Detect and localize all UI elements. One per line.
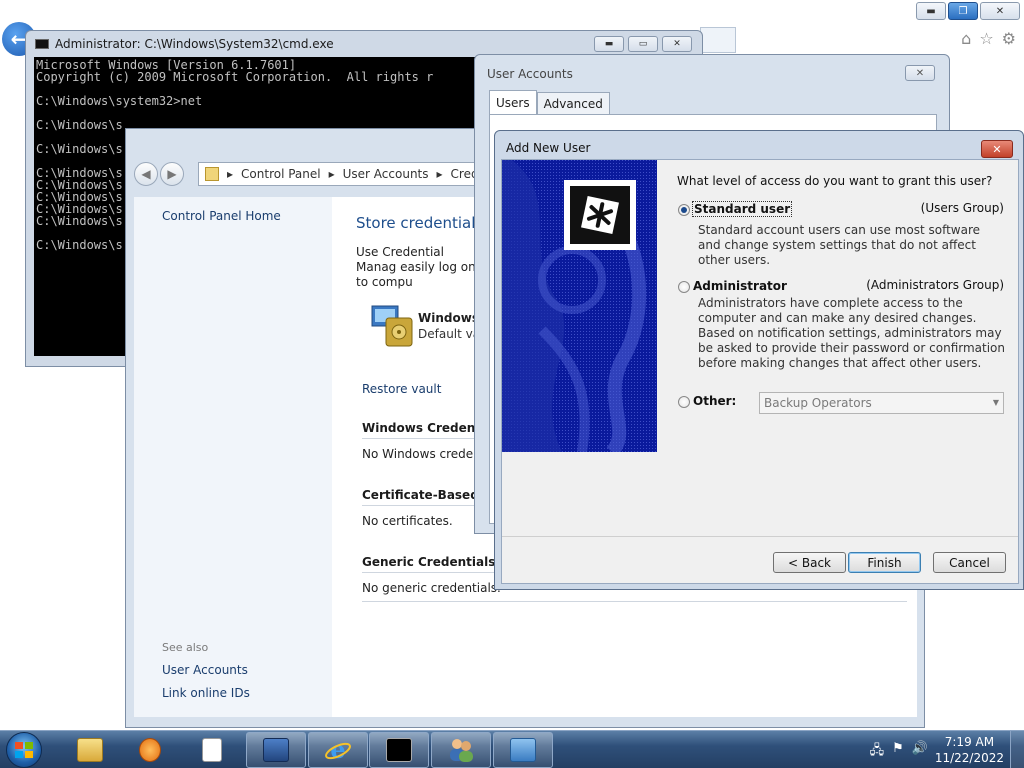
add-new-user-title: Add New User [506, 141, 591, 155]
chevron-down-icon: ▼ [992, 398, 999, 407]
breadcrumb-control-panel[interactable]: Control Panel [241, 167, 321, 181]
page-title: Store credentials [356, 214, 484, 232]
taskbar-remote[interactable] [246, 732, 306, 768]
other-radio[interactable] [678, 396, 690, 408]
cp-left-pane: Control Panel Home See also User Account… [134, 197, 332, 717]
svg-text:e: e [330, 736, 345, 764]
volume-icon[interactable]: 🔊 [912, 741, 928, 763]
vault-icon [371, 305, 413, 347]
nav-back-button[interactable]: ◀ [134, 162, 158, 186]
taskbar-clock[interactable]: 7:19 AM 11/22/2022 [935, 734, 1004, 766]
folder-icon [77, 738, 103, 762]
system-tray: 🖧 ⚑ 🔊 [870, 741, 928, 763]
back-button[interactable]: < Back [773, 552, 846, 573]
divider [362, 601, 907, 602]
computer-network-icon [263, 738, 289, 762]
computer-management-icon [510, 738, 536, 762]
cancel-button[interactable]: Cancel [933, 552, 1006, 573]
taskbar-explorer[interactable] [60, 732, 120, 768]
users-group-label: (Users Group) [920, 201, 1004, 215]
link-online-ids-link[interactable]: Link online IDs [162, 686, 250, 700]
cmd-app-icon [35, 39, 49, 49]
breadcrumb-user-accounts[interactable]: User Accounts [343, 167, 429, 181]
user-accounts-close-button[interactable]: ✕ [905, 65, 935, 81]
tab-users[interactable]: Users [489, 90, 537, 114]
breadcrumb-separator-icon: ▸ [227, 167, 234, 181]
see-also-label: See also [162, 641, 209, 654]
taskbar-internet-explorer[interactable]: e [308, 732, 368, 768]
add-new-user-close-button[interactable]: ✕ [981, 140, 1013, 158]
other-group-select[interactable]: Backup Operators ▼ [759, 392, 1004, 414]
windows-logo-icon [15, 742, 33, 758]
home-icon[interactable]: ⌂ [961, 29, 971, 48]
ie-close-button[interactable]: ✕ [980, 2, 1020, 20]
taskbar: e 🖧 ⚑ 🔊 7:19 AM 11/22/2022 [0, 730, 1024, 768]
show-desktop-button[interactable] [1010, 731, 1024, 768]
standard-user-radio[interactable] [678, 204, 690, 216]
cmd-minimize-button[interactable]: ▬ [594, 36, 624, 52]
finish-button[interactable]: Finish [848, 552, 921, 573]
document-icon [202, 738, 222, 762]
generic-credentials-heading: Generic Credentials [362, 555, 496, 569]
admin-tools-icon [564, 180, 636, 250]
wizard-body: What level of access do you want to gran… [501, 159, 1019, 584]
back-arrow-icon: ◀ [141, 167, 151, 181]
page-description: Use Credential Manag easily log on to co… [356, 245, 476, 289]
breadcrumb-separator-icon: ▸ [436, 167, 443, 181]
cmd-maximize-button[interactable]: ▭ [628, 36, 658, 52]
ie-minimize-button[interactable]: ▬ [916, 2, 946, 20]
users-icon [450, 739, 473, 762]
forward-arrow-icon: ▶ [167, 167, 177, 181]
cmd-close-button[interactable]: ✕ [662, 36, 692, 52]
action-center-flag-icon[interactable]: ⚑ [892, 741, 904, 763]
administrator-radio[interactable] [678, 281, 690, 293]
generic-credentials-empty: No generic credentials. [362, 581, 501, 595]
clock-time: 7:19 AM [944, 735, 995, 749]
ie-restore-button[interactable]: ❐ [948, 2, 978, 20]
ie-caption-buttons: ▬ ❐ ✕ [916, 2, 1020, 20]
clock-date: 11/22/2022 [934, 751, 1004, 765]
administrator-label[interactable]: Administrator [693, 279, 787, 293]
other-group-value: Backup Operators [764, 396, 872, 410]
access-level-question: What level of access do you want to gran… [677, 174, 993, 188]
cmd-caption-buttons: ▬ ▭ ✕ [594, 36, 692, 52]
tab-advanced[interactable]: Advanced [536, 92, 610, 114]
user-accounts-link[interactable]: User Accounts [162, 663, 248, 677]
certificate-credentials-empty: No certificates. [362, 514, 453, 528]
taskbar-cmd[interactable] [369, 732, 429, 768]
favorites-star-icon[interactable]: ☆ [979, 29, 993, 48]
start-button[interactable] [6, 732, 42, 768]
taskbar-user-accounts[interactable] [431, 732, 491, 768]
breadcrumb-separator-icon: ▸ [328, 167, 335, 181]
nav-forward-button[interactable]: ▶ [160, 162, 184, 186]
command-prompt-icon [386, 738, 412, 762]
ie-new-tab[interactable] [700, 27, 736, 53]
windows-credentials-empty: No Windows credent [362, 447, 486, 461]
internet-explorer-icon: e [325, 736, 351, 764]
media-player-icon [139, 738, 161, 762]
user-accounts-tabs: Users Advanced [489, 90, 610, 114]
wizard-divider [502, 536, 1018, 537]
administrator-description: Administrators have complete access to t… [698, 296, 1006, 370]
administrators-group-label: (Administrators Group) [866, 278, 1004, 292]
taskbar-media-player[interactable] [120, 732, 180, 768]
cmd-window-title: Administrator: C:\Windows\System32\cmd.e… [55, 37, 334, 51]
control-panel-icon [205, 167, 219, 181]
user-accounts-title: User Accounts [487, 67, 573, 81]
standard-user-label[interactable]: Standard user [691, 201, 793, 217]
taskbar-computer-management[interactable] [493, 732, 553, 768]
network-icon[interactable]: 🖧 [870, 741, 885, 763]
gear-icon[interactable]: ⚙ [1002, 29, 1016, 48]
ie-toolbar: ⌂ ☆ ⚙ [961, 29, 1016, 48]
other-label[interactable]: Other: [693, 394, 736, 408]
control-panel-home-link[interactable]: Control Panel Home [162, 209, 281, 223]
taskbar-document[interactable] [182, 732, 242, 768]
restore-vault-link[interactable]: Restore vault [362, 382, 441, 396]
add-new-user-dialog: Add New User ✕ What level of access do y… [494, 130, 1024, 590]
asterisk-badge-icon [581, 196, 619, 234]
standard-user-description: Standard account users can use most soft… [698, 223, 981, 267]
